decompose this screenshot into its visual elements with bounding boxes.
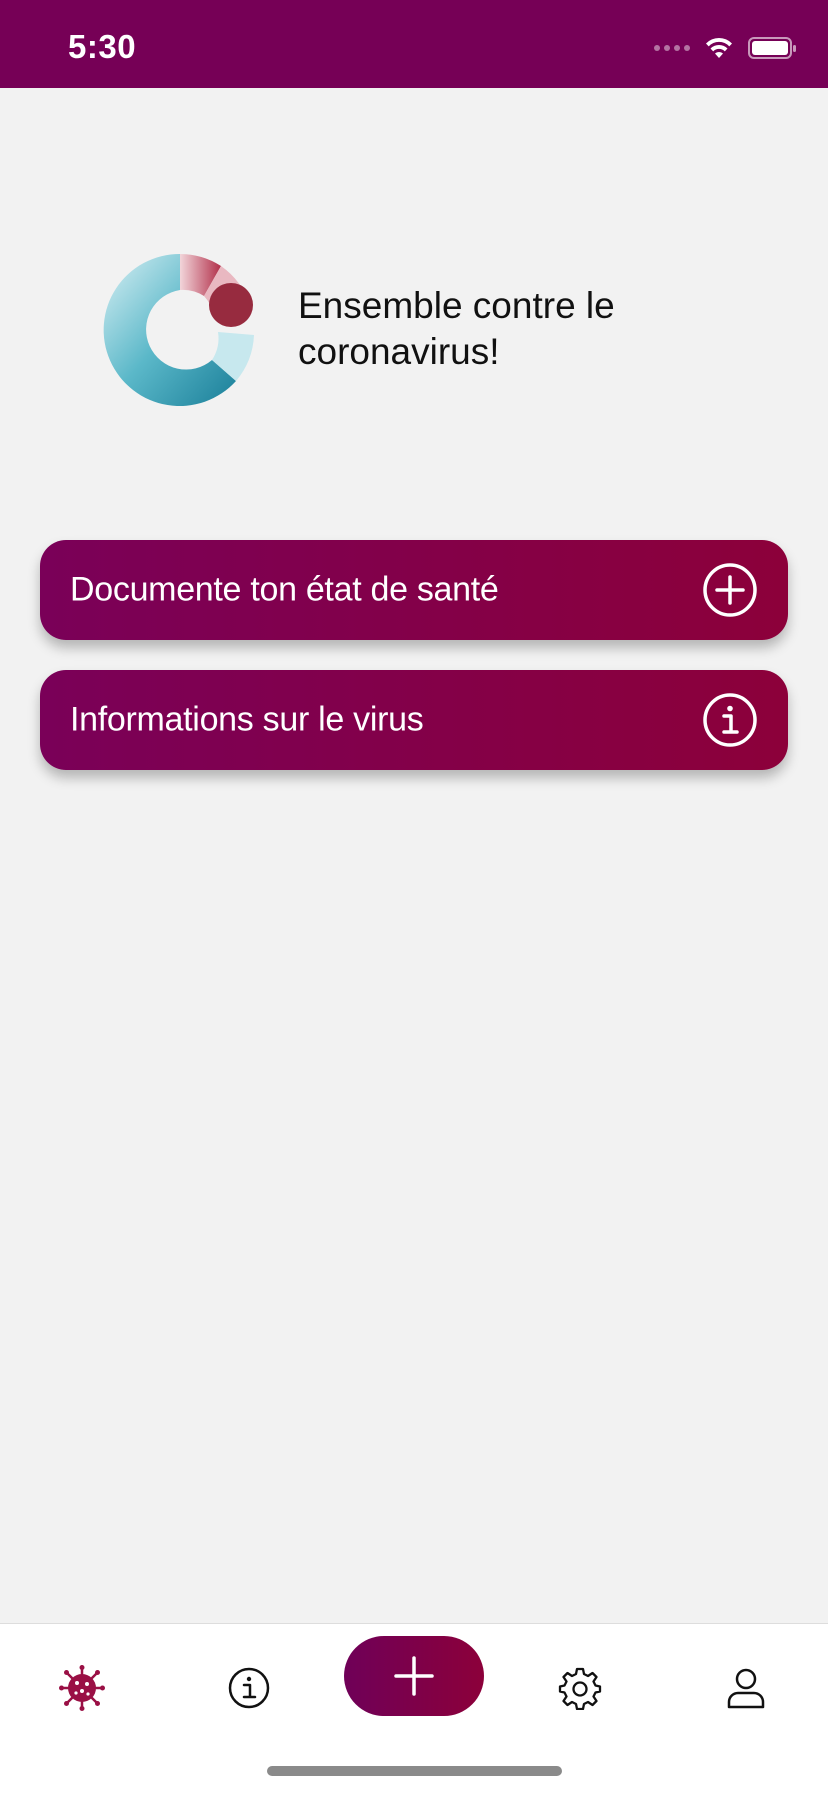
gear-icon <box>558 1667 602 1710</box>
virus-info-button[interactable]: Informations sur le virus <box>40 670 788 770</box>
hero-tagline: Ensemble contre le coronavirus! <box>298 285 615 372</box>
tab-info[interactable] <box>221 1660 277 1716</box>
tab-home[interactable] <box>54 1660 110 1716</box>
person-icon <box>727 1668 765 1709</box>
corona-ring-logo-icon <box>103 253 254 406</box>
battery-icon <box>748 37 796 59</box>
tab-settings[interactable] <box>552 1660 608 1716</box>
plus-icon <box>394 1656 434 1696</box>
cellular-signal-icon <box>654 45 690 51</box>
add-entry-button[interactable] <box>344 1636 484 1716</box>
home-indicator <box>267 1766 562 1776</box>
document-health-button[interactable]: Documente ton état de santé <box>40 540 788 640</box>
status-icons <box>654 36 798 60</box>
status-time: 5:30 <box>68 28 137 65</box>
document-health-label: Documente ton état de santé <box>70 570 499 609</box>
info-icon <box>228 1667 270 1709</box>
info-circle-icon <box>703 693 757 747</box>
tab-bar <box>0 1623 828 1793</box>
virus-info-label: Informations sur le virus <box>70 700 424 739</box>
plus-circle-icon <box>703 563 757 617</box>
wifi-icon <box>706 37 732 58</box>
status-bar: 5:30 <box>0 0 828 88</box>
tab-profile[interactable] <box>718 1660 774 1716</box>
virus-icon <box>59 1665 105 1711</box>
